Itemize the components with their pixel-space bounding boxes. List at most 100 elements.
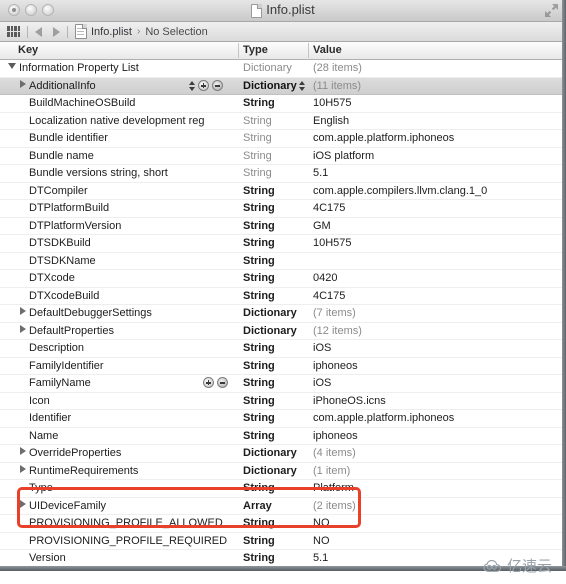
column-divider-type-value[interactable] [308,43,309,58]
row-type-cell[interactable]: String [243,115,272,127]
row-value-cell[interactable]: 4C175 [313,202,345,214]
row-value-cell[interactable]: English [313,115,349,127]
table-row[interactable]: DTXcodeString0420 [0,270,566,288]
row-key-cell[interactable]: Bundle name [20,150,94,162]
disclosure-triangle-icon[interactable] [8,63,16,69]
table-row[interactable]: FamilyIdentifier String iphoneos [0,358,566,376]
table-row[interactable]: Bundle versions string, shortString5.1 [0,165,566,183]
table-row[interactable]: DTXcodeBuildString4C175 [0,288,566,306]
row-key-cell[interactable]: Type [20,482,53,494]
row-key-cell[interactable]: DefaultProperties [20,325,114,337]
row-type-cell[interactable]: Dictionary [243,62,292,74]
row-key-cell[interactable]: Bundle versions string, short [20,167,168,179]
row-key-cell[interactable]: PROVISIONING_PROFILE_REQUIRED [20,535,227,547]
row-type-cell[interactable]: Dictionary [243,325,297,337]
row-type-cell[interactable]: String [243,377,275,389]
row-value-cell[interactable]: Platform [313,482,354,494]
row-value-cell[interactable]: 5.1 [313,552,328,564]
table-row[interactable]: BuildMachineOSBuild String 10H575 [0,95,566,113]
row-type-cell[interactable]: String [243,202,275,214]
row-type-cell[interactable]: String [243,342,275,354]
disclosure-triangle-icon[interactable] [20,500,26,508]
row-type-cell[interactable]: String [243,220,275,232]
row-key-cell[interactable]: AdditionalInfo [20,80,96,92]
row-type-cell[interactable]: String [243,132,272,144]
table-row[interactable]: NameStringiphoneos [0,428,566,446]
row-type-cell[interactable]: String [243,255,275,267]
column-header-value[interactable]: Value [313,44,342,56]
row-value-cell[interactable]: (4 items) [313,447,356,459]
row-value-cell[interactable]: 10H575 [313,97,352,109]
row-type-cell[interactable]: String [243,167,272,179]
row-value-cell[interactable]: iphoneos [313,360,358,372]
row-value-cell[interactable]: 0420 [313,272,337,284]
row-type-cell[interactable]: String [243,150,272,162]
table-row[interactable]: Description String iOS [0,340,566,358]
row-type-cell[interactable]: String [243,97,275,109]
row-value-cell[interactable]: com.apple.platform.iphoneos [313,132,454,144]
row-key-cell[interactable]: Description [20,342,84,354]
row-key-cell[interactable]: RuntimeRequirements [20,465,138,477]
row-key-cell[interactable]: BuildMachineOSBuild [20,97,135,109]
table-row[interactable]: DTCompiler String com.apple.compilers.llvm… [0,183,566,201]
row-value-cell[interactable]: iOS [313,377,331,389]
row-value-cell[interactable]: (12 items) [313,325,362,337]
table-row[interactable]: Localization native development reg Strin… [0,113,566,131]
row-type-cell[interactable]: String [243,552,275,564]
disclosure-triangle-icon[interactable] [20,80,26,88]
row-type-cell[interactable]: Dictionary [243,465,297,477]
property-list-table[interactable]: Information Property ListDictionary(28 i… [0,60,566,569]
table-row[interactable]: IdentifierStringcom.apple.platform.iphon… [0,410,566,428]
row-key-cell[interactable]: FamilyName [20,377,91,389]
row-value-cell[interactable]: 10H575 [313,237,352,249]
row-value-cell[interactable]: com.apple.compilers.llvm.clang.1_0 [313,185,487,197]
column-header-key[interactable]: Key [18,44,38,56]
row-key-cell[interactable]: DTXcode [20,272,75,284]
row-key-cell[interactable]: UIDeviceFamily [20,500,106,512]
row-type-cell[interactable]: String [243,185,275,197]
row-key-cell[interactable]: Icon [20,395,50,407]
table-row[interactable]: DTPlatformVersionStringGM [0,218,566,236]
related-items-icon[interactable] [7,26,20,37]
row-key-cell[interactable]: OverrideProperties [20,447,121,459]
row-key-cell[interactable]: Localization native development reg [20,115,205,127]
row-value-cell[interactable]: iOS [313,342,331,354]
table-row[interactable]: DefaultDebuggerSettingsDictionary(7 item… [0,305,566,323]
table-row[interactable]: FamilyName String iOS [0,375,566,393]
row-type-cell[interactable]: Dictionary [243,447,297,459]
disclosure-triangle-icon[interactable] [20,465,26,473]
row-type-cell[interactable]: String [243,535,275,547]
fullscreen-icon[interactable] [545,4,558,17]
row-key-cell[interactable]: DTCompiler [20,185,88,197]
row-key-cell[interactable]: Name [20,430,58,442]
row-value-cell[interactable]: GM [313,220,331,232]
row-key-cell[interactable]: DTSDKName [20,255,96,267]
column-header-type[interactable]: Type [243,44,268,56]
row-key-cell[interactable]: FamilyIdentifier [20,360,104,372]
row-type-cell[interactable]: String [243,237,275,249]
row-value-cell[interactable]: iOS platform [313,150,374,162]
row-value-cell[interactable]: NO [313,535,330,547]
row-type-cell[interactable]: String [243,290,275,302]
row-key-cell[interactable]: DTXcodeBuild [20,290,99,302]
row-value-cell[interactable]: com.apple.platform.iphoneos [313,412,454,424]
add-row-button[interactable] [203,377,214,388]
row-key-cell[interactable]: Version [20,552,66,564]
row-value-cell[interactable]: iphoneos [313,430,358,442]
remove-row-button[interactable] [217,377,228,388]
row-value-cell[interactable]: (1 item) [313,465,350,477]
table-row[interactable]: DTSDKBuildString10H575 [0,235,566,253]
column-divider-key-type[interactable] [238,43,239,58]
forward-arrow-icon[interactable] [53,27,60,37]
value-stepper[interactable] [298,80,305,92]
table-row[interactable]: DTSDKName String [0,253,566,271]
row-type-cell[interactable]: String [243,360,275,372]
row-type-cell[interactable]: String [243,395,275,407]
row-key-cell[interactable]: Information Property List [8,62,139,74]
row-value-cell[interactable]: (2 items) [313,500,356,512]
row-type-cell[interactable]: String [243,517,275,529]
row-value-cell[interactable]: (7 items) [313,307,356,319]
row-type-cell[interactable]: String [243,482,275,494]
row-value-cell[interactable]: iPhoneOS.icns [313,395,386,407]
table-row[interactable]: PROVISIONING_PROFILE_ALLOWEDStringNO [0,515,566,533]
